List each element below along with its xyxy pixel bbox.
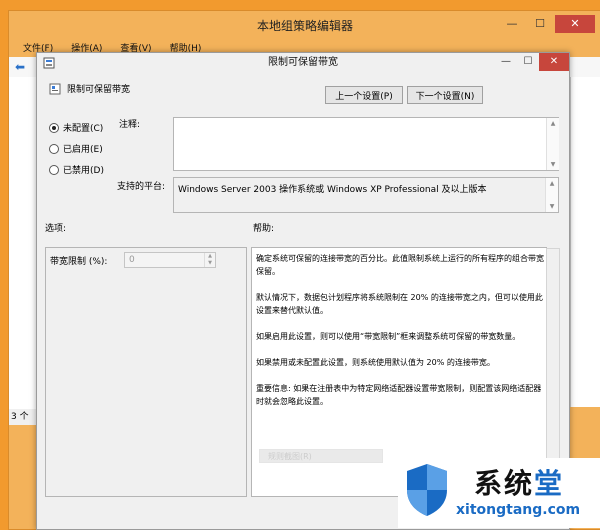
supported-platform-value: Windows Server 2003 操作系统或 Windows XP Pro… [178, 185, 487, 195]
maximize-button[interactable]: ☐ [527, 15, 553, 33]
status-bar: 3 个 [9, 409, 37, 425]
platform-scrollbar[interactable]: ▲ ▼ [545, 178, 558, 212]
back-arrow-icon[interactable]: ⬅ [15, 60, 31, 74]
dialog-titlebar[interactable]: 限制可保留带宽 — ☐ ✕ [37, 53, 569, 73]
help-label: 帮助: [253, 224, 275, 234]
help-text: 确定系统可保留的连接带宽的百分比。此值限制系统上运行的所有程序的组合带宽保留。 … [256, 252, 544, 421]
help-paragraph: 默认情况下，数据包计划程序将系统限制在 20% 的连接带宽之内，但可以使用此设置… [256, 293, 543, 315]
scroll-down-icon[interactable]: ▼ [547, 161, 559, 168]
help-paragraph: 重要信息: 如果在注册表中为特定网络适配器设置带宽限制，则配置该网络适配器时就会… [256, 384, 542, 406]
radio-label: 已禁用(D) [63, 166, 104, 176]
bandwidth-limit-value[interactable]: 0 [129, 253, 135, 267]
supported-platform-label: 支持的平台: [117, 182, 166, 192]
background-window-controls: — ☐ ✕ [499, 15, 595, 33]
dialog-window-controls: — ☐ ✕ [495, 53, 569, 71]
watermark-logo: 系统堂 xitongtang.com [398, 458, 600, 528]
minimize-button[interactable]: — [499, 15, 525, 33]
scroll-up-icon[interactable]: ▲ [547, 120, 559, 127]
options-label: 选项: [45, 224, 67, 234]
ghost-button: 规则截图(R) [259, 449, 383, 463]
logo-name-blue: 堂 [534, 467, 565, 500]
dialog-close-button[interactable]: ✕ [539, 53, 569, 71]
radio-disabled[interactable]: 已禁用(D) [49, 163, 104, 176]
radio-label: 未配置(C) [63, 124, 104, 134]
next-setting-button[interactable]: 下一个设置(N) [407, 86, 483, 104]
scroll-up-icon[interactable]: ▲ [546, 180, 558, 187]
policy-setting-icon [49, 83, 61, 95]
logo-name-black: 系统 [474, 467, 535, 500]
tree-pane[interactable] [9, 77, 38, 417]
dialog-title: 限制可保留带宽 [268, 57, 338, 68]
scroll-down-icon[interactable]: ▼ [546, 203, 558, 210]
spinner-arrows-icon[interactable]: ▲ ▼ [204, 253, 215, 267]
bandwidth-limit-spinner[interactable]: 0 ▲ ▼ [124, 252, 216, 268]
help-paragraph: 如果启用此设置，则可以使用“带宽限制”框来调整系统可保留的带宽数量。 [256, 332, 521, 341]
bandwidth-limit-label: 带宽限制 (%): [50, 257, 108, 267]
dialog-maximize-button[interactable]: ☐ [517, 53, 539, 71]
previous-setting-button[interactable]: 上一个设置(P) [325, 86, 403, 104]
options-panel: 带宽限制 (%): 0 ▲ ▼ [45, 247, 247, 497]
radio-not-configured[interactable]: 未配置(C) [49, 121, 103, 134]
actions-pane[interactable] [570, 77, 600, 407]
comment-scrollbar[interactable]: ▲ ▼ [546, 118, 559, 170]
logo-url: xitongtang.com [456, 502, 581, 518]
comment-label: 注释: [119, 120, 141, 130]
supported-platform-box: Windows Server 2003 操作系统或 Windows XP Pro… [173, 177, 559, 213]
radio-indicator[interactable] [49, 122, 59, 133]
dialog-minimize-button[interactable]: — [495, 53, 517, 71]
help-paragraph: 确定系统可保留的连接带宽的百分比。此值限制系统上运行的所有程序的组合带宽保留。 [256, 254, 544, 276]
radio-indicator[interactable] [49, 143, 59, 154]
radio-enabled[interactable]: 已启用(E) [49, 142, 103, 155]
help-paragraph: 如果禁用或未配置此设置，则系统使用默认值为 20% 的连接带宽。 [256, 358, 495, 367]
radio-label: 已启用(E) [63, 145, 103, 155]
comment-textarea[interactable] [173, 117, 559, 171]
logo-name: 系统堂 [474, 462, 564, 502]
shield-logo-icon [407, 464, 447, 516]
policy-name: 限制可保留带宽 [67, 85, 131, 95]
close-button[interactable]: ✕ [555, 15, 595, 33]
radio-indicator[interactable] [49, 164, 59, 175]
